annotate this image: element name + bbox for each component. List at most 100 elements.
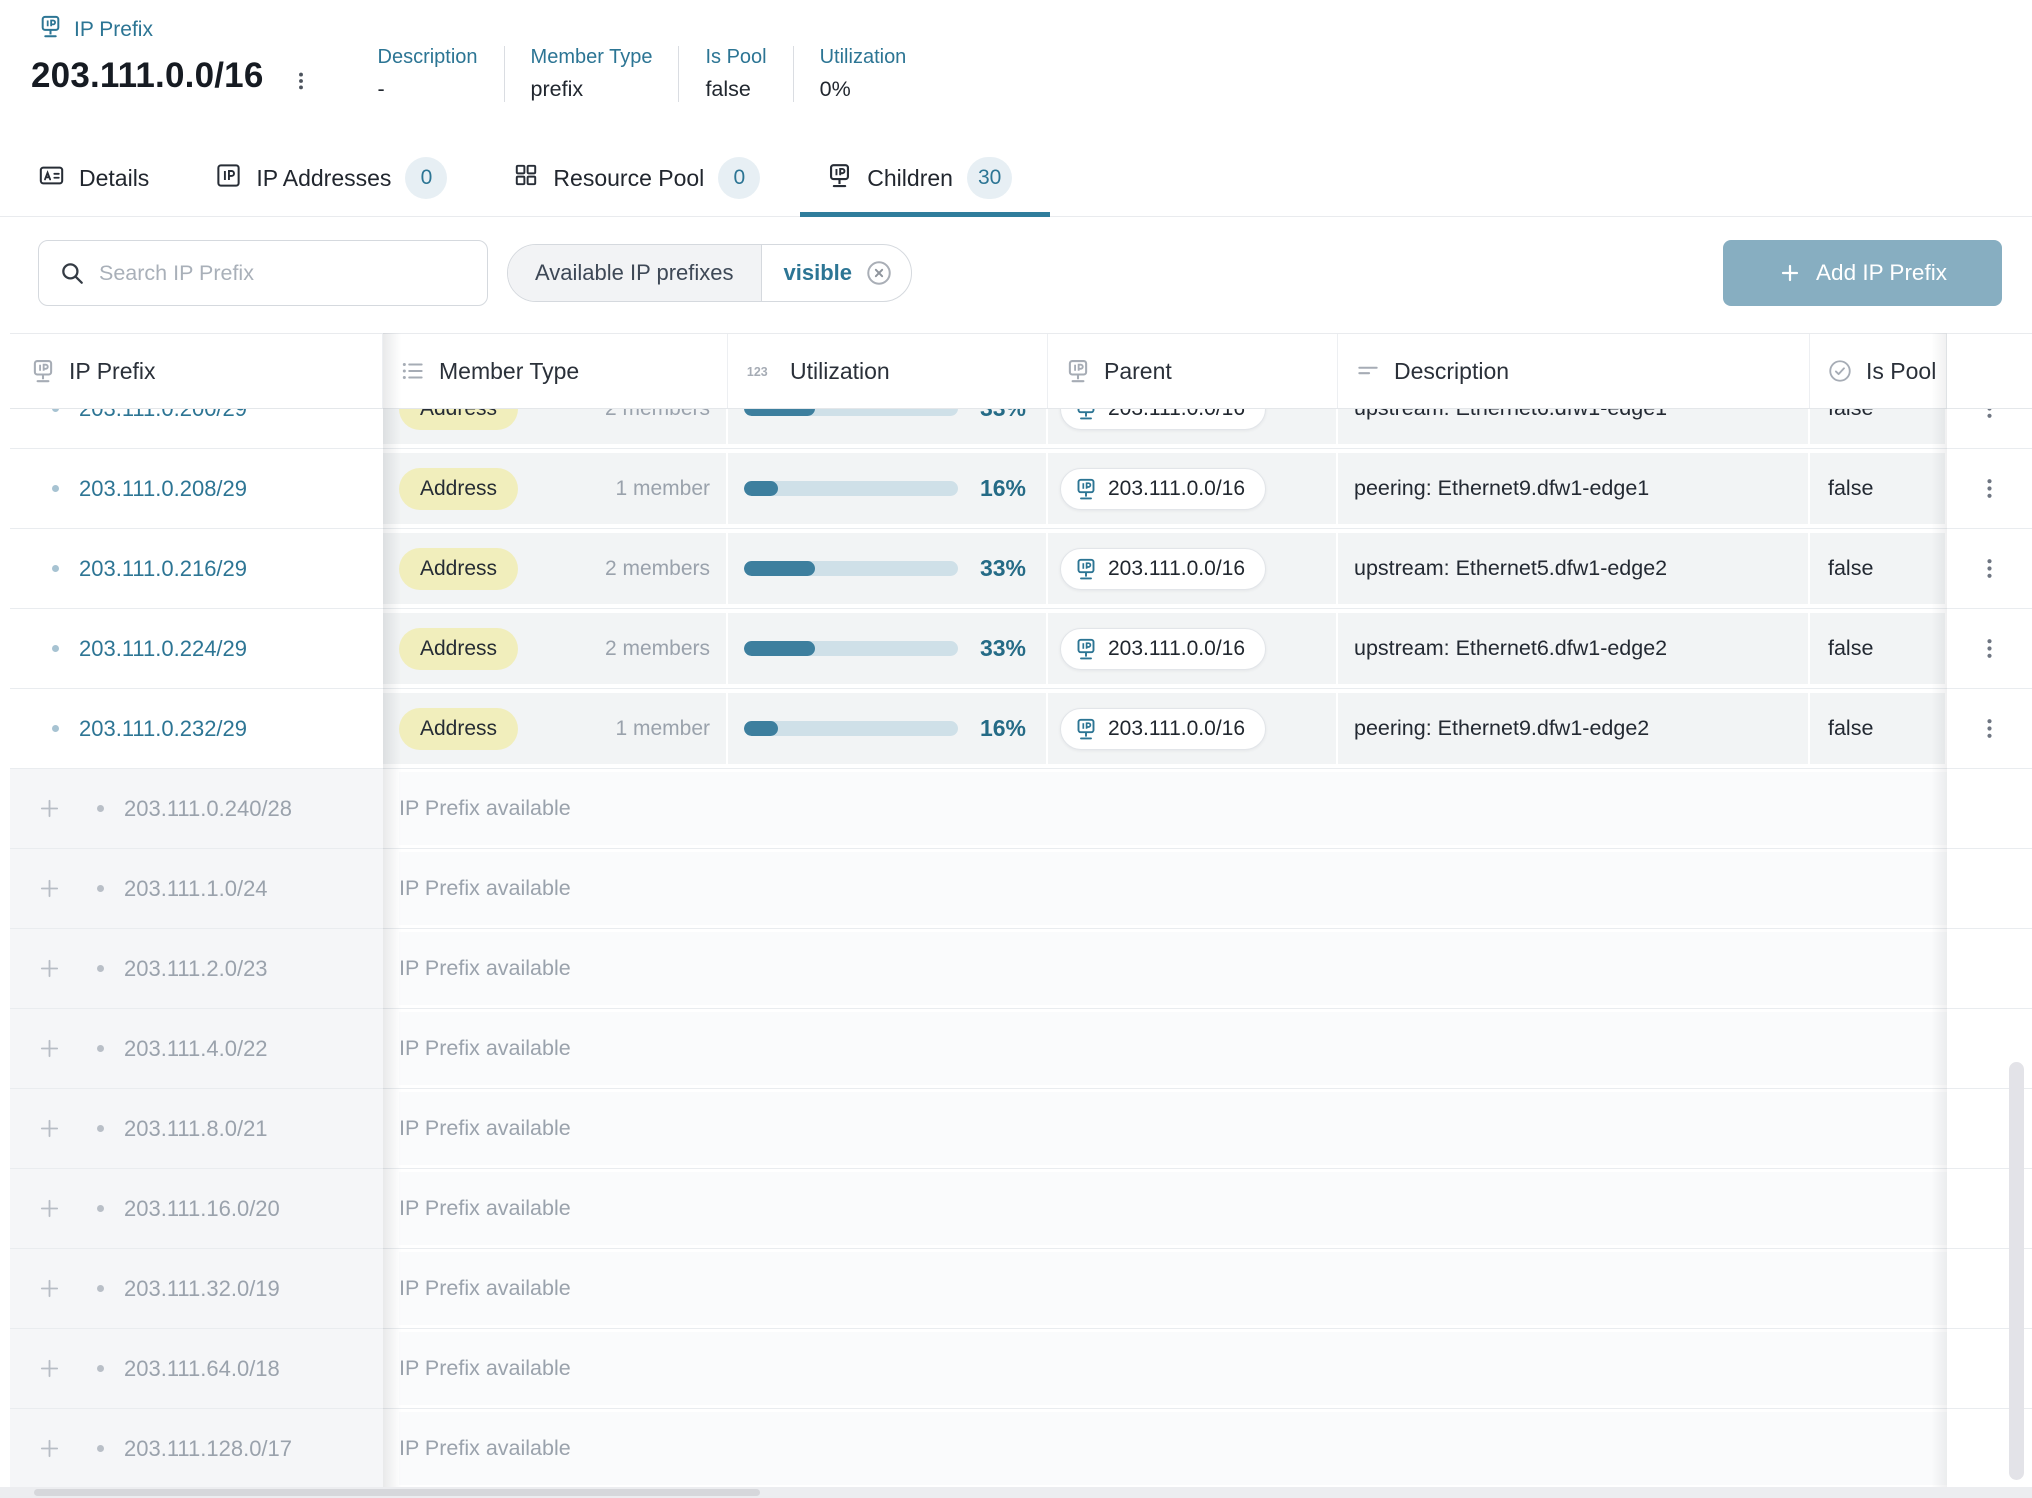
available-prefix-label: 203.111.64.0/18 <box>124 1356 280 1382</box>
ip-prefix-icon <box>30 358 56 384</box>
prefix-link[interactable]: 203.111.0.200/29 <box>79 409 247 422</box>
row-actions-cell <box>1947 769 2032 848</box>
parent-cell: 203.111.0.0/16 <box>1048 609 1338 688</box>
column-header-actions <box>1947 334 2032 408</box>
available-row: 203.111.128.0/17IP Prefix available <box>10 1409 2032 1489</box>
breadcrumb-label: IP Prefix <box>74 18 153 42</box>
row-actions-cell <box>1947 449 2032 528</box>
description-cell: upstream: Ethernet5.dfw1-edge2 <box>1338 529 1810 608</box>
parent-link[interactable]: 203.111.0.0/16 <box>1060 628 1266 670</box>
search-box <box>38 240 488 306</box>
is-pool-cell: false <box>1810 529 1947 608</box>
parent-cell: 203.111.0.0/16 <box>1048 689 1338 768</box>
available-prefix-label: 203.111.2.0/23 <box>124 956 268 982</box>
expand-button[interactable] <box>38 877 61 900</box>
meta-value: false <box>705 77 766 102</box>
numeric-icon: 123 <box>745 358 777 384</box>
tab-resource-pool[interactable]: Resource Pool 0 <box>513 140 760 216</box>
member-type-cell: Address2 members <box>383 529 728 608</box>
utilization-bar-fill <box>744 641 815 656</box>
available-label-cell: IP Prefix available <box>399 929 1947 1008</box>
available-prefix-label: 203.111.0.240/28 <box>124 796 292 822</box>
is-pool-cell: false <box>1810 609 1947 688</box>
breadcrumb[interactable]: IP Prefix <box>38 14 153 45</box>
available-prefix-label: 203.111.32.0/19 <box>124 1276 280 1302</box>
tab-label: Details <box>79 165 149 192</box>
column-header-label: Utilization <box>790 358 890 385</box>
plus-icon <box>1778 261 1802 285</box>
prefix-link[interactable]: 203.111.0.208/29 <box>79 476 247 502</box>
row-actions-button[interactable] <box>1977 636 2002 661</box>
table-header-row: IP PrefixMember Type123UtilizationParent… <box>10 333 2032 409</box>
available-prefix-label: 203.111.4.0/22 <box>124 1036 268 1062</box>
status-dot <box>97 885 104 892</box>
expand-button[interactable] <box>38 1437 61 1460</box>
available-label-cell: IP Prefix available <box>399 1169 1947 1248</box>
column-header-utilization: 123 Utilization <box>728 334 1048 408</box>
available-prefix-cell: 203.111.128.0/17 <box>10 1409 383 1488</box>
remove-filter-button[interactable] <box>865 259 893 287</box>
expand-button[interactable] <box>38 797 61 820</box>
ip-prefix-icon <box>1074 637 1098 661</box>
prefix-link[interactable]: 203.111.0.232/29 <box>79 716 247 742</box>
vertical-scrollbar-thumb[interactable] <box>2009 1062 2024 1480</box>
table-row: 203.111.0.208/29Address1 member16%203.11… <box>10 449 2032 529</box>
tab-details[interactable]: Details <box>38 140 149 216</box>
search-input[interactable] <box>99 243 487 303</box>
row-actions-button[interactable] <box>1977 556 2002 581</box>
tab-label: Children <box>867 165 953 192</box>
row-actions-button[interactable] <box>1977 716 2002 741</box>
column-header-label: Is Pool <box>1866 358 1936 385</box>
expand-button[interactable] <box>38 1117 61 1140</box>
add-button-label: Add IP Prefix <box>1816 260 1947 286</box>
prefix-cell: 203.111.0.232/29 <box>10 689 383 768</box>
row-actions-button[interactable] <box>1977 409 2002 421</box>
column-header-is-pool: Is Pool <box>1810 334 1947 408</box>
tab-bar: Details IP Addresses 0 Resource Pool 0 C… <box>0 140 2032 217</box>
tab-label: Resource Pool <box>553 165 704 192</box>
available-prefix-cell: 203.111.8.0/21 <box>10 1089 383 1168</box>
status-dot <box>97 965 104 972</box>
parent-link[interactable]: 203.111.0.0/16 <box>1060 708 1266 750</box>
prefix-cell: 203.111.0.224/29 <box>10 609 383 688</box>
parent-link-label: 203.111.0.0/16 <box>1108 557 1245 581</box>
parent-link[interactable]: 203.111.0.0/16 <box>1060 409 1266 430</box>
expand-button[interactable] <box>38 1037 61 1060</box>
title-actions-button[interactable] <box>290 66 312 96</box>
row-actions-cell <box>1947 849 2032 928</box>
search-icon <box>59 260 85 286</box>
expand-button[interactable] <box>38 1357 61 1380</box>
available-row: 203.111.32.0/19IP Prefix available <box>10 1249 2032 1329</box>
description-cell: peering: Ethernet9.dfw1-edge2 <box>1338 689 1810 768</box>
prefix-link[interactable]: 203.111.0.216/29 <box>79 556 247 582</box>
available-prefix-cell: 203.111.16.0/20 <box>10 1169 383 1248</box>
row-actions-cell <box>1947 929 2032 1008</box>
prefix-cell: 203.111.0.208/29 <box>10 449 383 528</box>
table-row: 203.111.0.200/29Address2 members33%203.1… <box>10 409 2032 449</box>
parent-link[interactable]: 203.111.0.0/16 <box>1060 468 1266 510</box>
tab-children[interactable]: Children 30 <box>826 140 1012 216</box>
description-cell: upstream: Ethernet6.dfw1-edge2 <box>1338 609 1810 688</box>
meta-label: Description <box>378 46 478 69</box>
ip-prefix-icon <box>1074 477 1098 501</box>
available-prefix-label: 203.111.128.0/17 <box>124 1436 292 1462</box>
status-dot <box>97 805 104 812</box>
row-actions-button[interactable] <box>1977 476 2002 501</box>
parent-cell: 203.111.0.0/16 <box>1048 529 1338 608</box>
filter-chip: Available IP prefixes visible <box>507 244 912 302</box>
utilization-percent: 33% <box>980 409 1026 422</box>
expand-button[interactable] <box>38 1277 61 1300</box>
prefix-link[interactable]: 203.111.0.224/29 <box>79 636 247 662</box>
column-header-description: Description <box>1338 334 1810 408</box>
row-actions-cell <box>1947 529 2032 608</box>
add-ip-prefix-button[interactable]: Add IP Prefix <box>1723 240 2002 306</box>
expand-button[interactable] <box>38 957 61 980</box>
tab-ip-addresses[interactable]: IP Addresses 0 <box>215 140 447 216</box>
parent-link[interactable]: 203.111.0.0/16 <box>1060 548 1266 590</box>
is-pool-cell: false <box>1810 409 1947 448</box>
column-header-ip-prefix: IP Prefix <box>10 334 383 408</box>
title-bar: 203.111.0.0/16 Description - Member Type… <box>31 46 932 102</box>
expand-button[interactable] <box>38 1197 61 1220</box>
member-type-badge: Address <box>399 409 518 430</box>
horizontal-scrollbar-thumb[interactable] <box>34 1489 760 1496</box>
